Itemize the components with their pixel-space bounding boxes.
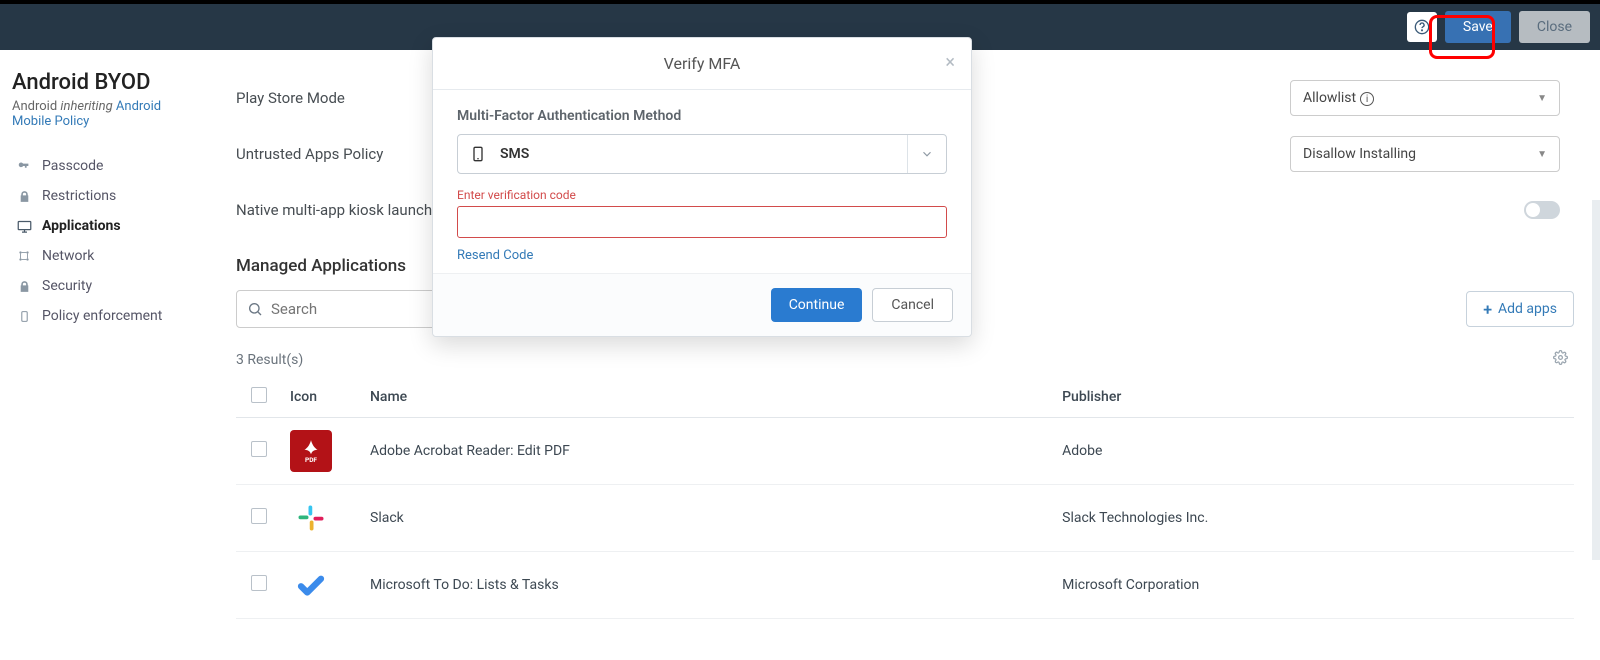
add-apps-button[interactable]: + Add apps	[1466, 291, 1574, 327]
kiosk-toggle[interactable]	[1524, 201, 1560, 219]
svg-text:PDF: PDF	[305, 456, 317, 464]
untrusted-apps-select[interactable]: Disallow Installing ▼	[1290, 136, 1560, 172]
mfa-method-label: Multi-Factor Authentication Method	[457, 108, 947, 124]
sidebar-item-security[interactable]: Security	[12, 271, 200, 301]
chevron-down-icon: ▼	[1537, 149, 1547, 160]
table-row[interactable]: Microsoft To Do: Lists & Tasks Microsoft…	[236, 552, 1574, 619]
resend-code-link[interactable]: Resend Code	[457, 248, 533, 263]
table-settings-button[interactable]	[1553, 350, 1568, 369]
app-publisher: Slack Technologies Inc.	[1054, 485, 1574, 552]
scrollbar[interactable]	[1592, 200, 1600, 560]
row-checkbox[interactable]	[251, 575, 267, 591]
microsoft-todo-icon	[290, 564, 332, 606]
page-subtitle: Android inheriting Android Mobile Policy	[12, 99, 200, 129]
sidebar-item-policy-enforcement[interactable]: Policy enforcement	[12, 301, 200, 331]
chevron-down-icon	[907, 135, 934, 173]
col-icon[interactable]: Icon	[282, 377, 362, 418]
page-title: Android BYOD	[12, 70, 200, 95]
app-name: Adobe Acrobat Reader: Edit PDF	[362, 418, 1054, 485]
mfa-method-value: SMS	[500, 146, 529, 162]
add-apps-label: Add apps	[1498, 301, 1557, 317]
save-button[interactable]: Save	[1445, 11, 1511, 43]
app-name: Slack	[362, 485, 1054, 552]
continue-button[interactable]: Continue	[771, 288, 863, 322]
select-all-checkbox[interactable]	[251, 387, 267, 403]
sidebar-item-restrictions[interactable]: Restrictions	[12, 181, 200, 211]
app-publisher: Microsoft Corporation	[1054, 552, 1574, 619]
slack-icon	[290, 497, 332, 539]
sidebar-item-applications[interactable]: Applications	[12, 211, 200, 241]
info-icon[interactable]: i	[1360, 92, 1374, 106]
key-icon	[16, 159, 32, 173]
verification-code-label: Enter verification code	[457, 188, 947, 202]
app-publisher: Adobe	[1054, 418, 1574, 485]
app-name: Microsoft To Do: Lists & Tasks	[362, 552, 1054, 619]
lock-icon	[16, 190, 32, 203]
monitor-icon	[16, 219, 32, 234]
chevron-down-icon: ▼	[1537, 93, 1547, 104]
table-row[interactable]: PDF Adobe Acrobat Reader: Edit PDF Adobe	[236, 418, 1574, 485]
plus-icon: +	[1483, 300, 1492, 319]
select-value: Disallow Installing	[1303, 146, 1416, 162]
help-button[interactable]	[1407, 12, 1437, 42]
phone-icon	[470, 146, 486, 162]
sidebar-item-label: Restrictions	[42, 188, 116, 204]
sidebar-item-label: Passcode	[42, 158, 103, 174]
untrusted-apps-label: Untrusted Apps Policy	[236, 145, 456, 163]
close-icon: ×	[945, 52, 955, 73]
verification-code-input[interactable]	[457, 206, 947, 238]
sidebar-item-label: Policy enforcement	[42, 308, 162, 324]
sidebar-nav: Passcode Restrictions Applications Netwo…	[12, 151, 200, 331]
sidebar-item-passcode[interactable]: Passcode	[12, 151, 200, 181]
select-value: Allowlist	[1303, 90, 1356, 106]
close-button[interactable]: Close	[1519, 11, 1590, 43]
col-publisher[interactable]: Publisher	[1054, 377, 1574, 418]
search-icon	[247, 301, 263, 317]
cancel-button[interactable]: Cancel	[872, 288, 953, 322]
platform-label: Android	[12, 99, 57, 114]
results-count: 3 Result(s)	[236, 352, 303, 368]
play-store-mode-label: Play Store Mode	[236, 89, 456, 107]
sidebar-item-label: Applications	[42, 218, 121, 234]
gear-icon	[1553, 350, 1568, 365]
col-name[interactable]: Name	[362, 377, 1054, 418]
mfa-method-select[interactable]: SMS	[457, 134, 947, 174]
sidebar-item-label: Security	[42, 278, 92, 294]
help-icon	[1414, 19, 1430, 35]
verify-mfa-modal: Verify MFA × Multi-Factor Authentication…	[432, 37, 972, 337]
modal-close-button[interactable]: ×	[945, 52, 955, 73]
row-checkbox[interactable]	[251, 441, 267, 457]
sidebar-item-label: Network	[42, 248, 94, 264]
kiosk-label: Native multi-app kiosk launcher	[236, 201, 445, 219]
network-icon	[16, 249, 32, 263]
adobe-acrobat-icon: PDF	[290, 430, 332, 472]
sidebar-item-network[interactable]: Network	[12, 241, 200, 271]
modal-title: Verify MFA	[664, 54, 741, 73]
table-row[interactable]: Slack Slack Technologies Inc.	[236, 485, 1574, 552]
inheriting-label: inheriting	[60, 99, 112, 114]
device-icon	[16, 310, 32, 323]
lock-icon	[16, 280, 32, 293]
apps-table: Icon Name Publisher PDF Adobe Acrobat Re…	[236, 377, 1574, 619]
row-checkbox[interactable]	[251, 508, 267, 524]
play-store-mode-select[interactable]: Allowlist i ▼	[1290, 80, 1560, 116]
